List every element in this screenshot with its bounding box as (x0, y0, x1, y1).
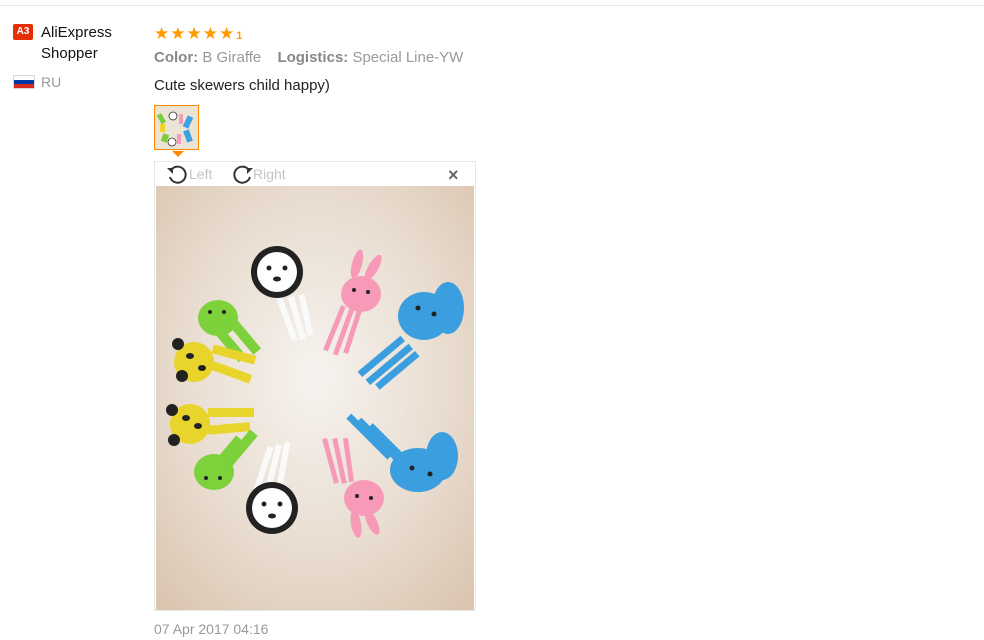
rating-extra-mark: 1 (236, 30, 243, 42)
reviewer-name: AliExpress Shopper (41, 24, 112, 62)
review-date: 07 Apr 2017 04:16 (154, 621, 269, 637)
close-icon[interactable]: × (448, 166, 459, 184)
rotate-left-label: Left (189, 166, 213, 182)
star-icon: ★ (219, 24, 235, 43)
star-icon: ★ (154, 24, 170, 43)
order-attributes: Color: B Giraffe Logistics: Special Line… (154, 48, 754, 68)
rotate-right-button[interactable]: Right (229, 162, 286, 186)
review-text: Cute skewers child happy) (154, 77, 330, 94)
thumbnail-image (155, 106, 198, 149)
top-divider (0, 5, 984, 6)
logistics-attr-key: Logistics: (277, 49, 349, 66)
color-attr-key: Color: (154, 49, 199, 66)
review-photo (156, 186, 474, 610)
photo-viewer: Left Right × (154, 161, 476, 611)
star-rating: ★ ★ ★ ★ ★ 1 (154, 22, 754, 42)
russia-flag-icon (13, 75, 35, 89)
rotate-right-label: Right (253, 166, 286, 182)
rotate-left-button[interactable]: Left (165, 162, 212, 186)
rotate-right-icon (233, 165, 253, 184)
thumbnail-selected-caret (172, 151, 184, 157)
star-icon: ★ (202, 24, 218, 43)
review-photo-thumbnail[interactable] (154, 105, 199, 150)
star-icon: ★ (186, 24, 202, 43)
star-icon: ★ (170, 24, 186, 43)
country-code: RU (41, 74, 62, 90)
rotate-left-icon (167, 165, 187, 184)
viewer-toolbar: Left Right × (155, 162, 475, 186)
color-attr-value: B Giraffe (202, 49, 262, 66)
logistics-attr-value: Special Line-YW (352, 49, 464, 66)
buyer-level-badge: A3 (13, 24, 33, 40)
reviewer-country: RU (13, 74, 143, 90)
reviewer-info: A3 AliExpress Shopper RU (13, 22, 143, 90)
feedback-body: ★ ★ ★ ★ ★ 1 Color: B Giraffe Logistics: … (154, 22, 754, 96)
